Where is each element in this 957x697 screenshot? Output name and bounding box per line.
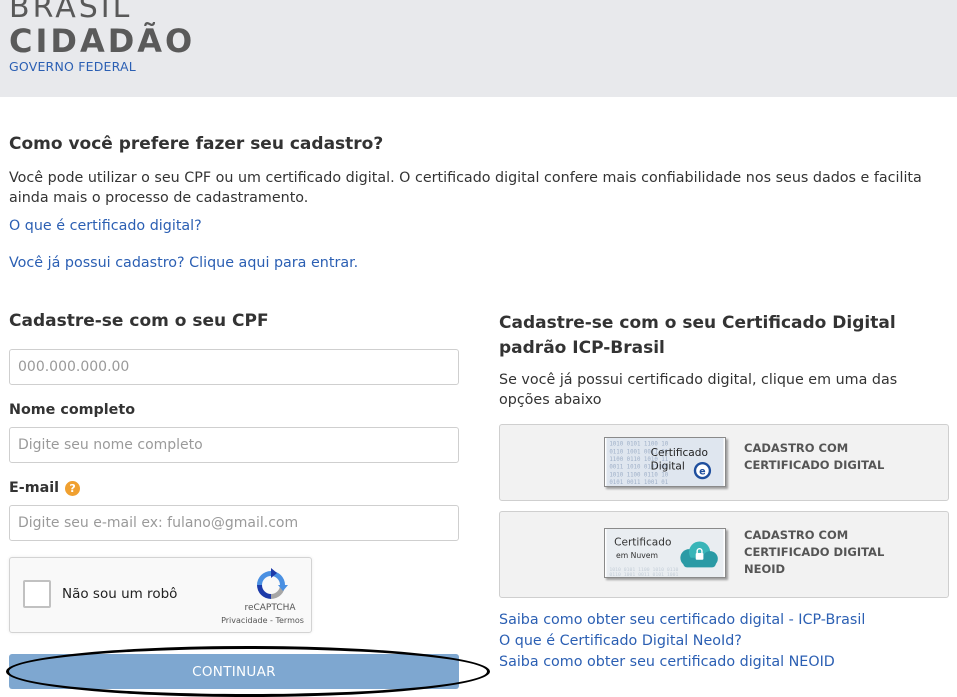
cpf-input[interactable] bbox=[9, 349, 459, 385]
certificate-digital-label: CADASTRO COM CERTIFICADO DIGITAL bbox=[744, 440, 934, 474]
login-link[interactable]: Você já possui cadastro? Clique aqui par… bbox=[9, 255, 358, 271]
certificate-neoid-label-line1: CADASTRO COM bbox=[744, 528, 849, 542]
email-input[interactable] bbox=[9, 505, 459, 541]
certificate-section-subtitle: Se você já possui certificado digital, c… bbox=[499, 372, 898, 408]
how-to-get-icp-brasil-link[interactable]: Saiba como obter seu certificado digital… bbox=[499, 610, 865, 631]
certificado-em-nuvem-image: 1010 0101 1100 1010 0110 0110 1001 0011 … bbox=[604, 528, 726, 578]
certificate-neoid-option[interactable]: 1010 0101 1100 1010 0110 0110 1001 0011 … bbox=[499, 511, 949, 598]
certificate-digital-option[interactable]: 1010 0101 1100 10 0110 1001 0011 01 1100… bbox=[499, 424, 949, 501]
certificate-neoid-label-line2: CERTIFICADO DIGITAL bbox=[744, 545, 885, 559]
logo-cidadao: CIDADÃO bbox=[9, 22, 196, 60]
recaptcha-links: Privacidade - Termos bbox=[215, 616, 310, 625]
certificate-section-title: Cadastre-se com o seu Certificado Digita… bbox=[499, 313, 896, 358]
how-to-get-neoid-link[interactable]: Saiba como obter seu certificado digital… bbox=[499, 652, 865, 673]
name-label: Nome completo bbox=[9, 402, 136, 418]
recaptcha-privacy-link[interactable]: Privacidade bbox=[221, 616, 267, 625]
certificate-links: Saiba como obter seu certificado digital… bbox=[499, 610, 865, 673]
cert-img-line1: Certificado bbox=[651, 447, 708, 459]
certificado-digital-image: 1010 0101 1100 10 0110 1001 0011 01 1100… bbox=[604, 437, 726, 487]
recaptcha-brand: reCAPTCHA bbox=[244, 603, 296, 613]
recaptcha-label: Não sou um robô bbox=[62, 586, 178, 602]
neoid-img-line2: em Nuvem bbox=[616, 551, 658, 560]
recaptcha-icon bbox=[257, 568, 288, 599]
email-label: E-mail bbox=[9, 480, 60, 496]
certificate-neoid-label-line3: NEOID bbox=[744, 562, 786, 576]
what-is-certificate-link[interactable]: O que é certificado digital? bbox=[9, 218, 202, 234]
svg-text:0101 0011 1001 01: 0101 0011 1001 01 bbox=[609, 480, 668, 486]
cert-img-badge: e bbox=[699, 466, 706, 477]
recaptcha-terms-link[interactable]: Termos bbox=[275, 616, 303, 625]
logo-governo-federal: GOVERNO FEDERAL bbox=[9, 59, 136, 74]
certificate-neoid-label: CADASTRO COM CERTIFICADO DIGITAL NEOID bbox=[744, 527, 934, 578]
certificate-digital-label-line2: CERTIFICADO DIGITAL bbox=[744, 458, 885, 472]
question-circle-icon[interactable]: ? bbox=[65, 480, 81, 496]
svg-text:1010 1100 0110 10: 1010 1100 0110 10 bbox=[609, 472, 668, 478]
cert-img-line2: Digital bbox=[651, 461, 685, 473]
neoid-img-line1: Certificado bbox=[614, 536, 671, 548]
recaptcha-widget: Não sou um robô reCAPTCHA Privacidade - … bbox=[9, 557, 312, 633]
what-is-neoid-link[interactable]: O que é Certificado Digital NeoId? bbox=[499, 631, 865, 652]
intro-text: Você pode utilizar o seu CPF ou um certi… bbox=[9, 170, 922, 206]
page-question-title: Como você prefere fazer seu cadastro? bbox=[9, 134, 384, 154]
svg-text:0110 1001 0011 0101 1001: 0110 1001 0011 0101 1001 bbox=[609, 572, 678, 578]
continue-button[interactable]: CONTINUAR bbox=[9, 654, 459, 689]
name-input[interactable] bbox=[9, 427, 459, 463]
certificate-digital-label-line1: CADASTRO COM bbox=[744, 441, 849, 455]
email-label-row: E-mail ? bbox=[9, 480, 81, 496]
cpf-section-title: Cadastre-se com o seu CPF bbox=[9, 311, 269, 331]
recaptcha-checkbox[interactable] bbox=[23, 580, 51, 608]
site-header: BRASIL CIDADÃO GOVERNO FEDERAL bbox=[0, 0, 957, 97]
